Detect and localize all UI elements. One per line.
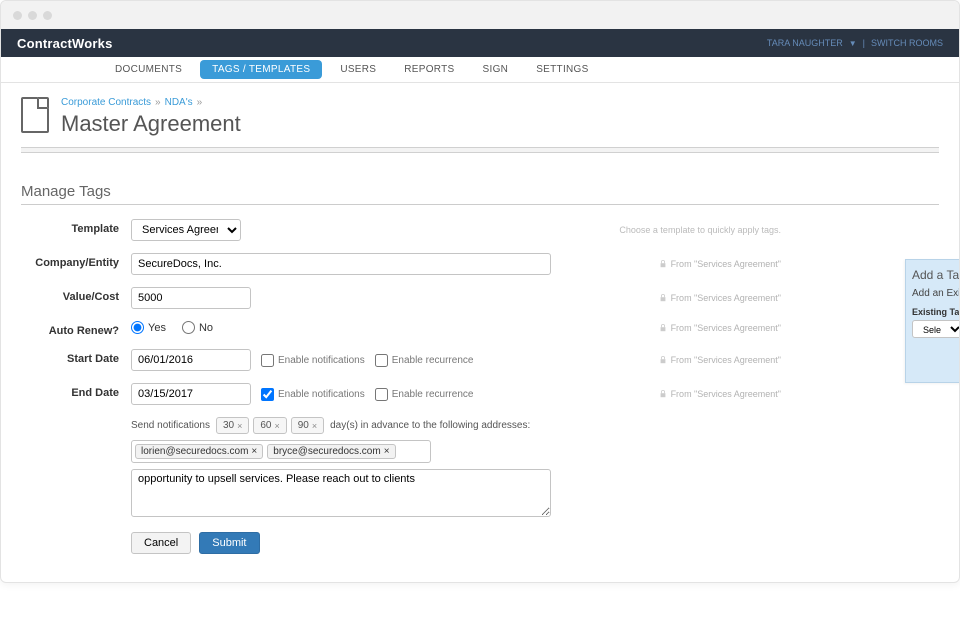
- section-title: Manage Tags: [21, 183, 939, 205]
- email-chip[interactable]: lorien@securedocs.com ×: [135, 444, 263, 459]
- from-template-hint: From "Services Agreement": [671, 389, 781, 399]
- enddate-recur-checkbox[interactable]: Enable recurrence: [375, 388, 474, 401]
- autorenew-label: Auto Renew?: [21, 321, 131, 337]
- traffic-light-yellow[interactable]: [28, 11, 37, 20]
- side-panel-tag-select[interactable]: Select a Tag: [912, 320, 959, 338]
- autorenew-yes[interactable]: Yes: [131, 321, 166, 334]
- cancel-button[interactable]: Cancel: [131, 532, 191, 554]
- browser-chrome: [1, 1, 959, 29]
- value-label: Value/Cost: [21, 287, 131, 303]
- startdate-label: Start Date: [21, 349, 131, 365]
- startdate-input[interactable]: [131, 349, 251, 371]
- nav-documents[interactable]: DOCUMENTS: [101, 57, 196, 82]
- lock-icon: [659, 390, 667, 398]
- nav-users[interactable]: USERS: [326, 57, 390, 82]
- startdate-recur-checkbox[interactable]: Enable recurrence: [375, 354, 474, 367]
- startdate-notif-checkbox[interactable]: Enable notifications: [261, 354, 365, 367]
- lock-icon: [659, 260, 667, 268]
- breadcrumb-link-corporate[interactable]: Corporate Contracts: [61, 97, 151, 108]
- company-label: Company/Entity: [21, 253, 131, 269]
- template-select[interactable]: Services Agreement: [131, 219, 241, 241]
- notif-prefix: Send notifications: [131, 420, 210, 431]
- autorenew-no[interactable]: No: [182, 321, 213, 334]
- from-template-hint: From "Services Agreement": [671, 293, 781, 303]
- notif-suffix: day(s) in advance to the following addre…: [330, 420, 530, 431]
- add-tag-panel: Add a Tag Add an Existing Tag Existing T…: [905, 259, 959, 383]
- notif-day-chip[interactable]: 60×: [253, 417, 286, 434]
- lock-icon: [659, 324, 667, 332]
- switch-rooms-link[interactable]: SWITCH ROOMS: [871, 38, 943, 48]
- document-icon: [21, 97, 49, 133]
- value-input[interactable]: [131, 287, 251, 309]
- enddate-label: End Date: [21, 383, 131, 399]
- nav-reports[interactable]: REPORTS: [390, 57, 468, 82]
- enddate-input[interactable]: [131, 383, 251, 405]
- from-template-hint: From "Services Agreement": [671, 355, 781, 365]
- nav-tags-templates[interactable]: TAGS / TEMPLATES: [200, 60, 322, 79]
- section-divider: [21, 147, 939, 153]
- notif-email-input[interactable]: lorien@securedocs.com × bryce@securedocs…: [131, 440, 431, 463]
- enddate-notif-checkbox[interactable]: Enable notifications: [261, 388, 365, 401]
- submit-button[interactable]: Submit: [199, 532, 259, 554]
- side-panel-sub: Add an Existing Tag: [912, 288, 958, 299]
- side-panel-title: Add a Tag: [912, 268, 958, 282]
- from-template-hint: From "Services Agreement": [671, 323, 781, 333]
- traffic-light-green[interactable]: [43, 11, 52, 20]
- main-nav: DOCUMENTS TAGS / TEMPLATES USERS REPORTS…: [1, 57, 959, 83]
- template-help: Choose a template to quickly apply tags.: [619, 225, 781, 235]
- close-icon[interactable]: ×: [384, 446, 390, 457]
- close-icon[interactable]: ×: [274, 421, 279, 431]
- lock-icon: [659, 356, 667, 364]
- traffic-light-red[interactable]: [13, 11, 22, 20]
- company-input[interactable]: [131, 253, 551, 275]
- close-icon[interactable]: ×: [312, 421, 317, 431]
- caret-down-icon: ▼: [849, 39, 857, 48]
- from-template-hint: From "Services Agreement": [671, 259, 781, 269]
- user-menu[interactable]: TARA NAUGHTER: [767, 38, 843, 48]
- notif-day-chip[interactable]: 90×: [291, 417, 324, 434]
- topbar: ContractWorks TARA NAUGHTER ▼ | SWITCH R…: [1, 29, 959, 57]
- breadcrumb: Corporate Contracts » NDA's »: [61, 97, 241, 108]
- notif-notes[interactable]: [131, 469, 551, 517]
- nav-sign[interactable]: SIGN: [469, 57, 523, 82]
- brand-logo: ContractWorks: [17, 36, 113, 51]
- email-chip[interactable]: bryce@securedocs.com ×: [267, 444, 395, 459]
- template-label: Template: [21, 219, 131, 235]
- breadcrumb-link-ndas[interactable]: NDA's: [165, 97, 193, 108]
- notif-day-chip[interactable]: 30×: [216, 417, 249, 434]
- lock-icon: [659, 294, 667, 302]
- side-panel-existing-label: Existing Tag: [912, 307, 958, 317]
- page-title: Master Agreement: [61, 111, 241, 137]
- nav-settings[interactable]: SETTINGS: [522, 57, 602, 82]
- close-icon[interactable]: ×: [237, 421, 242, 431]
- close-icon[interactable]: ×: [251, 446, 257, 457]
